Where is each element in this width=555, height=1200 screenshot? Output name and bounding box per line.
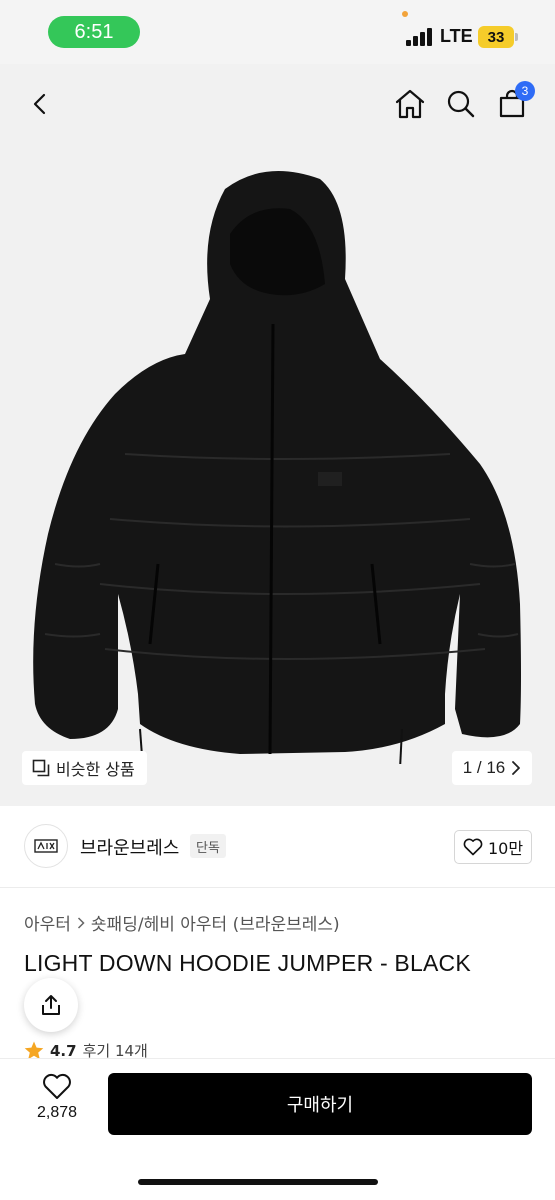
cart-button[interactable]: 3 (492, 81, 535, 124)
exclusive-badge: 단독 (190, 834, 226, 858)
bottom-action-bar: 2,878 구매하기 (0, 1058, 555, 1200)
similar-products-label: 비슷한 상품 (56, 760, 135, 779)
battery-tip (515, 33, 518, 41)
breadcrumb-item-category[interactable]: 숏패딩/헤비 아우터 (브라운브레스) (91, 910, 340, 935)
breadcrumb-item-outer[interactable]: 아우터 (24, 910, 71, 935)
status-time: 6:51 (48, 16, 140, 48)
home-button[interactable] (390, 84, 430, 124)
privacy-indicator-dot (402, 11, 408, 17)
search-button[interactable] (441, 84, 481, 124)
brand-row: 브라운브레스 단독 10만 (0, 806, 555, 888)
brand-logo[interactable] (24, 824, 68, 868)
breadcrumb: 아우터 숏패딩/헤비 아우터 (브라운브레스) (24, 910, 340, 935)
home-indicator (138, 1179, 378, 1185)
network-type: LTE (440, 26, 473, 46)
product-image-gallery[interactable]: 3 비슷한 상품 1 / 16 (0, 64, 555, 806)
home-icon (395, 89, 425, 119)
cart-count-badge: 3 (515, 81, 535, 101)
wishlist-button[interactable]: 2,878 (26, 1073, 88, 1133)
brand-logo-icon (34, 839, 58, 853)
chevron-right-icon (77, 916, 85, 929)
buy-button[interactable]: 구매하기 (108, 1073, 532, 1135)
back-icon (33, 93, 46, 115)
brand-like-count: 10만 (487, 839, 524, 858)
brand-name[interactable]: 브라운브레스 (80, 834, 179, 860)
image-counter-text: 1 / 16 (462, 758, 506, 777)
back-button[interactable] (20, 84, 60, 124)
heart-outline-icon (463, 838, 483, 856)
brand-like-button[interactable]: 10만 (454, 830, 532, 864)
heart-outline-icon (43, 1073, 71, 1099)
similar-products-button[interactable]: 비슷한 상품 (22, 751, 147, 785)
share-icon (42, 995, 60, 1015)
rating-score: 4.7 (50, 1041, 77, 1060)
status-bar: 6:51 LTE 33 (0, 0, 555, 64)
search-icon (447, 90, 475, 118)
chevron-right-icon (512, 761, 521, 775)
product-photo (33, 171, 522, 764)
battery-level: 33 (487, 28, 505, 46)
image-counter-button[interactable]: 1 / 16 (452, 751, 532, 785)
product-title: LIGHT DOWN HOODIE JUMPER - BLACK (24, 950, 471, 976)
signal-strength-icon (406, 28, 432, 46)
wishlist-count: 2,878 (36, 1104, 78, 1121)
top-navigation: 3 (0, 64, 555, 144)
similar-products-icon (32, 759, 50, 777)
battery-icon: 33 (478, 26, 514, 48)
share-button[interactable] (24, 978, 78, 1032)
